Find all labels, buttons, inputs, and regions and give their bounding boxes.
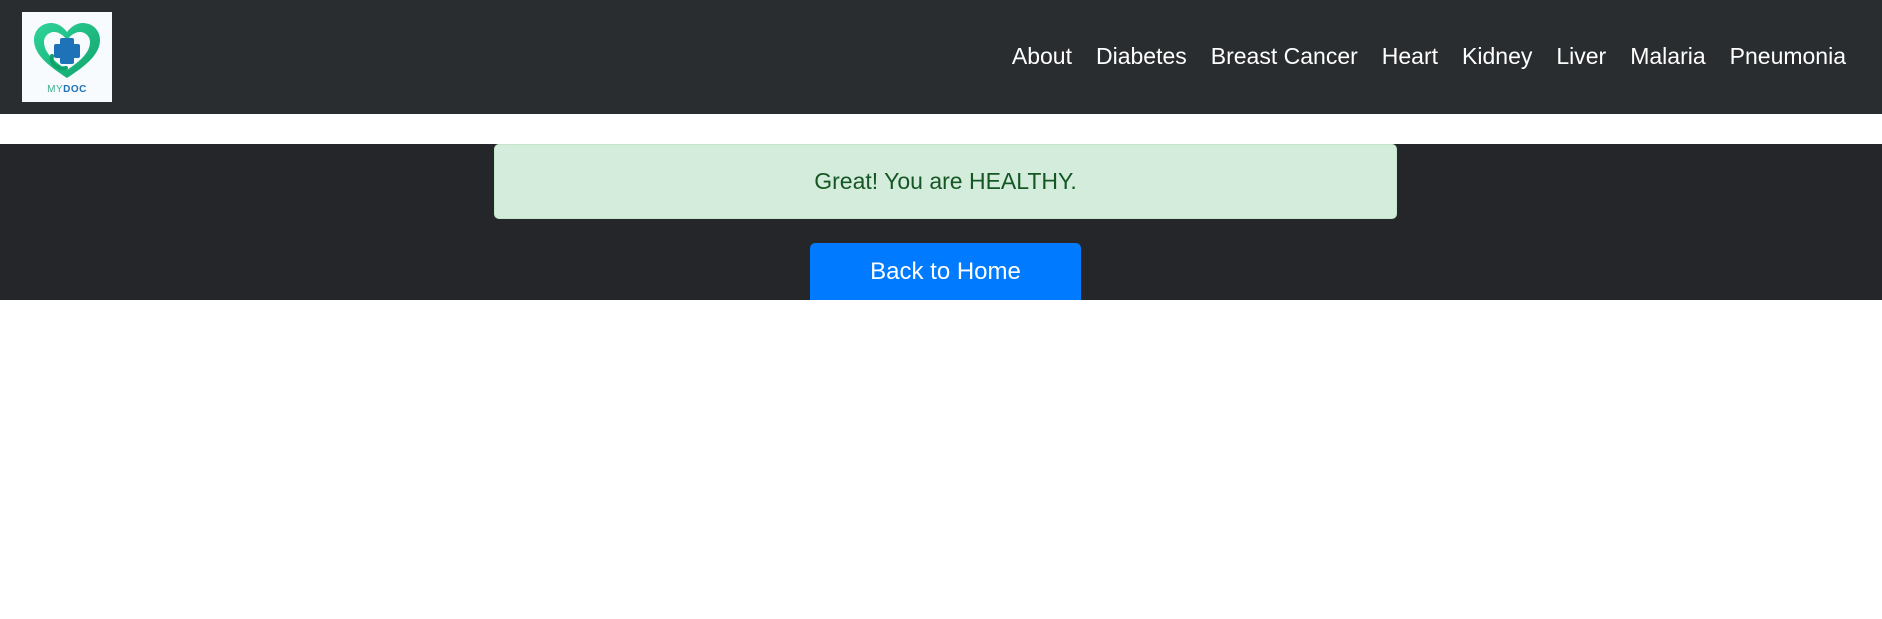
nav-link-about[interactable]: About [1000,38,1084,74]
brand-wordmark: MYDOC [22,84,112,95]
nav-link-malaria[interactable]: Malaria [1618,38,1717,74]
nav-link-breast-cancer[interactable]: Breast Cancer [1199,38,1370,74]
nav-link-diabetes[interactable]: Diabetes [1084,38,1199,74]
brand-my: MY [47,84,64,95]
brand-doc: DOC [63,84,87,95]
nav-link-heart[interactable]: Heart [1370,38,1450,74]
back-to-home-button[interactable]: Back to Home [810,243,1081,300]
nav-link-pneumonia[interactable]: Pneumonia [1718,38,1858,74]
nav-link-liver[interactable]: Liver [1544,38,1618,74]
result-alert: Great! You are HEALTHY. [494,144,1397,219]
nav-menu: About Diabetes Breast Cancer Heart Kidne… [1000,40,1858,74]
brand-logo[interactable]: MYDOC [22,12,112,102]
nav-link-kidney[interactable]: Kidney [1450,38,1544,74]
navbar: MYDOC About Diabetes Breast Cancer Heart… [0,0,1882,114]
